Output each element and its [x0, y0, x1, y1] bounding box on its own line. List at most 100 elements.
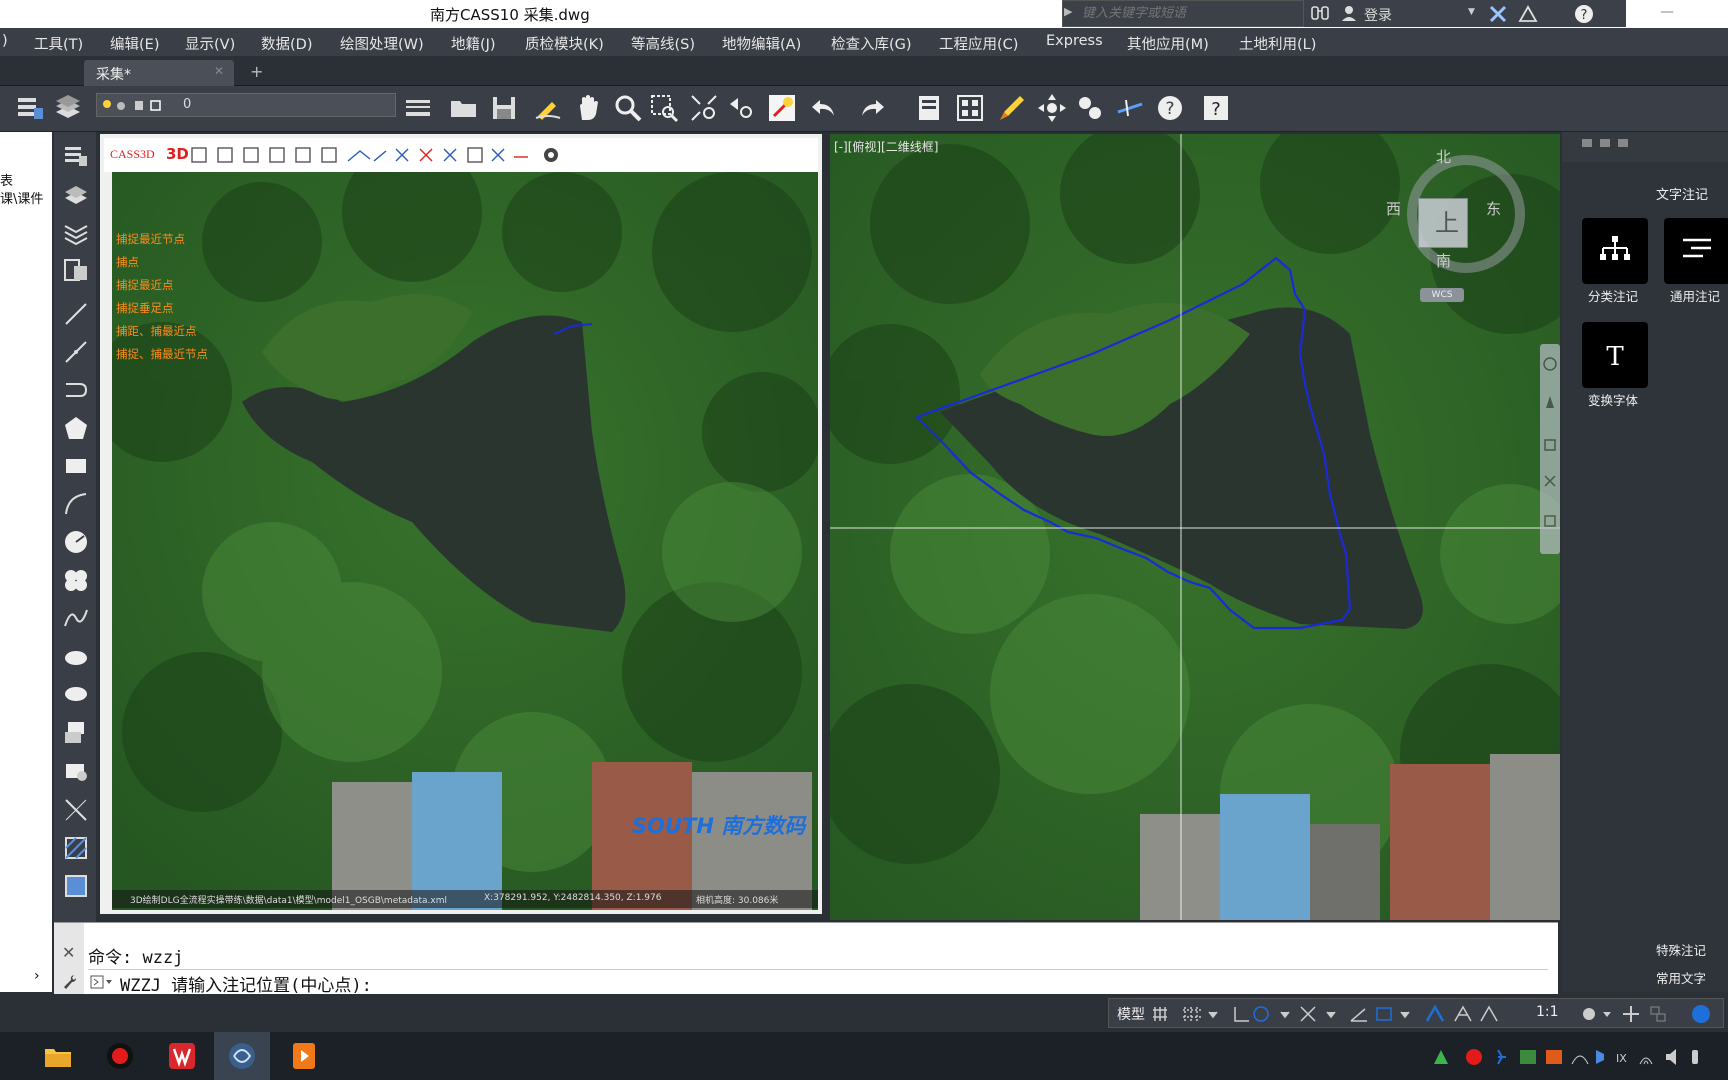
zoom-previous-icon[interactable]	[726, 92, 758, 124]
close-icon[interactable]: ✕	[62, 943, 75, 962]
wcs-menu[interactable]: WCS	[1420, 288, 1464, 302]
layer-stack-icon[interactable]	[62, 180, 90, 208]
palette-view-icons[interactable]	[1580, 136, 1640, 150]
compass-south[interactable]: 南	[1436, 250, 1451, 271]
search-input[interactable]	[1082, 3, 1302, 24]
move-icon[interactable]	[1036, 92, 1068, 124]
tab-close-icon[interactable]: ✕	[214, 64, 224, 78]
menu-quality[interactable]: 质检模块(K)	[525, 33, 604, 54]
ellipse-icon[interactable]	[62, 642, 90, 670]
a360-icon[interactable]	[1518, 4, 1538, 24]
menu-tools[interactable]: 工具(T)	[34, 33, 83, 54]
special-annotation-tab[interactable]: 特殊注记	[1656, 940, 1706, 959]
polyline-icon[interactable]	[62, 376, 90, 404]
polygon-icon[interactable]	[62, 414, 90, 442]
cass3d-tool-icons[interactable]	[190, 145, 530, 165]
insert-block-icon[interactable]	[62, 718, 90, 746]
spline-icon[interactable]	[62, 604, 90, 632]
wps-icon[interactable]	[166, 1040, 198, 1072]
construction-line-icon[interactable]	[62, 338, 90, 366]
login-link[interactable]: 登录	[1364, 5, 1392, 25]
pencil-icon[interactable]	[532, 92, 564, 124]
measure-icon[interactable]	[1114, 92, 1146, 124]
tab-caiji[interactable]: 采集* ✕	[84, 60, 234, 86]
compass-west[interactable]: 西	[1386, 198, 1401, 219]
menu-other[interactable]: 其他应用(M)	[1127, 33, 1209, 54]
navigation-bar[interactable]	[1540, 344, 1560, 554]
properties-icon[interactable]	[914, 92, 946, 124]
snap-object-icon[interactable]	[766, 92, 798, 124]
viewport-controls[interactable]: [-][俯视][二维线框]	[834, 138, 938, 155]
zoom-window-icon[interactable]	[648, 92, 680, 124]
cass-app-icon[interactable]	[226, 1040, 258, 1072]
zoom-icon[interactable]	[612, 92, 644, 124]
pan-hand-icon[interactable]	[572, 92, 604, 124]
drafting-toggle-icons[interactable]	[1151, 1005, 1523, 1023]
menu-engineering[interactable]: 工程应用(C)	[939, 33, 1018, 54]
viewcube[interactable]: 上 北 南 西 东 WCS	[1386, 142, 1546, 302]
screen-recorder-icon[interactable]	[104, 1040, 136, 1072]
workspace-icons[interactable]	[1579, 1004, 1719, 1024]
model-space-button[interactable]: 模型	[1117, 1004, 1145, 1024]
point-icon[interactable]	[62, 796, 90, 824]
rectangle-icon[interactable]	[62, 452, 90, 480]
help-cad-icon[interactable]: ?	[1154, 92, 1186, 124]
cad-model-viewport[interactable]: [-][俯视][二维线框] 上 北 南 西 东 WCS	[830, 134, 1560, 920]
menu-check-import[interactable]: 检查入库(G)	[831, 33, 912, 54]
layer-merge-icon[interactable]	[62, 256, 90, 284]
menu-drawing[interactable]: 绘图处理(W)	[340, 33, 424, 54]
undo-icon[interactable]	[808, 92, 840, 124]
menu-edit[interactable]: 编辑(E)	[110, 33, 159, 54]
chevron-down-icon[interactable]: ▼	[1468, 7, 1475, 17]
menu-view[interactable]: 显示(V)	[185, 33, 235, 54]
layer-manager-icon[interactable]	[62, 142, 90, 170]
cass3d-viewport[interactable]: CASS3D 3D 捕捉最近节点 捕点 捕捉最近点 捕捉垂足点 捕距、捕最近点 …	[100, 134, 822, 914]
minimize-button[interactable]: —	[1660, 4, 1674, 20]
search-expand-icon[interactable]: ▶	[1064, 5, 1072, 18]
new-tab-button[interactable]: +	[250, 62, 263, 81]
revision-cloud-icon[interactable]	[62, 566, 90, 594]
autodesk-app-icon[interactable]	[1488, 4, 1508, 24]
menu-data[interactable]: 数据(D)	[261, 33, 312, 54]
common-text-tab[interactable]: 常用文字	[1656, 968, 1706, 987]
menu-feature-edit[interactable]: 地物编辑(A)	[722, 33, 801, 54]
linetype-icon[interactable]	[402, 92, 434, 124]
menu-land-use[interactable]: 土地利用(L)	[1239, 33, 1316, 54]
general-annotation-button[interactable]	[1664, 218, 1728, 284]
redo-icon[interactable]	[856, 92, 888, 124]
open-folder-icon[interactable]	[448, 92, 480, 124]
binoculars-icon[interactable]	[1310, 4, 1330, 22]
compass-east[interactable]: 东	[1486, 198, 1501, 219]
whats-this-icon[interactable]: ?	[1200, 92, 1232, 124]
ellipse-arc-icon[interactable]	[62, 680, 90, 708]
compass-north[interactable]: 北	[1436, 146, 1451, 167]
change-font-button[interactable]: T	[1582, 322, 1648, 388]
user-icon[interactable]	[1340, 4, 1358, 22]
menu-fragment[interactable]: )	[2, 33, 8, 49]
brush-icon[interactable]	[996, 92, 1028, 124]
layer-states-icon[interactable]	[52, 92, 84, 124]
oblique-model-view[interactable]: 捕捉最近节点 捕点 捕捉最近点 捕捉垂足点 捕距、捕最近点 捕捉、捕最近节点 S…	[112, 172, 818, 910]
media-player-icon[interactable]	[288, 1040, 320, 1072]
gradient-icon[interactable]	[62, 872, 90, 900]
save-icon[interactable]	[488, 92, 520, 124]
make-block-icon[interactable]	[62, 756, 90, 784]
menu-express[interactable]: Express	[1046, 33, 1103, 49]
hatch-icon[interactable]	[62, 834, 90, 862]
copy-objects-icon[interactable]	[1074, 92, 1106, 124]
arc-icon[interactable]	[62, 490, 90, 518]
annotation-scale[interactable]: 1:1	[1536, 1004, 1559, 1020]
layer-dropdown[interactable]: 0	[96, 93, 396, 117]
command-prompt-icon[interactable]	[90, 975, 114, 989]
gear-icon[interactable]	[542, 146, 560, 164]
classify-annotation-button[interactable]	[1582, 218, 1648, 284]
layer-walk-icon[interactable]	[62, 218, 90, 246]
wrench-icon[interactable]	[62, 973, 78, 989]
circle-icon[interactable]	[62, 528, 90, 556]
menu-cadastre[interactable]: 地籍(J)	[451, 33, 496, 54]
file-explorer-icon[interactable]	[42, 1040, 74, 1072]
help-icon[interactable]: ?	[1574, 4, 1594, 24]
system-tray-icons[interactable]: IX	[1430, 1046, 1726, 1068]
expand-arrow-icon[interactable]: ›	[34, 968, 40, 984]
zoom-extents-icon[interactable]	[688, 92, 720, 124]
